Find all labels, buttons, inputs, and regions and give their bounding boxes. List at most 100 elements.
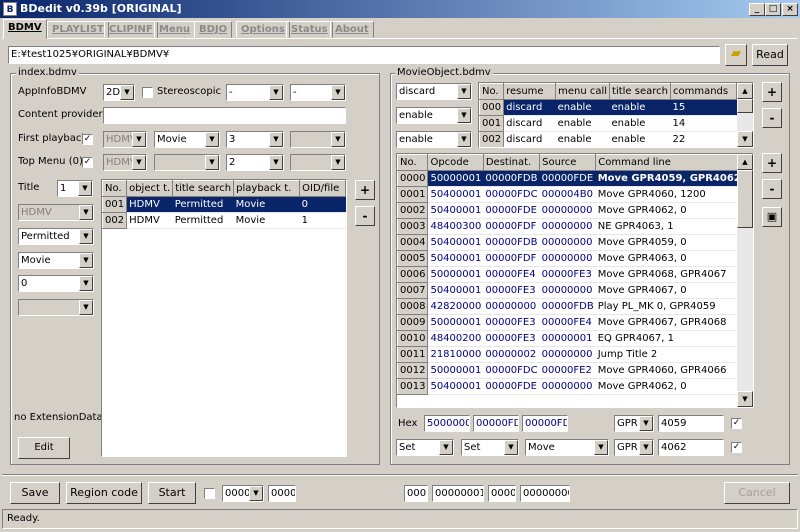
first-playback-extra-combo[interactable]: ▼ (290, 131, 346, 148)
appinfo-combo[interactable]: 2D ▼ (103, 84, 135, 101)
gpr-value-2-input[interactable]: 4062 (658, 439, 724, 456)
scroll-up-icon[interactable]: ▲ (737, 154, 753, 170)
path-input[interactable]: E:¥test1025¥ORIGINAL¥BDMV¥ (8, 46, 720, 64)
tab-menu[interactable]: Menu (154, 21, 195, 38)
content-provider-input[interactable] (103, 107, 346, 124)
start-checkbox[interactable] (204, 488, 215, 499)
scroll-up-icon[interactable]: ▲ (737, 83, 753, 99)
save-disk-icon[interactable]: ▣ (762, 207, 782, 227)
column-header[interactable]: menu call (555, 83, 611, 100)
first-playback-obj-combo[interactable]: 3 ▼ (226, 131, 284, 148)
title-search-combo[interactable]: enable ▼ (396, 131, 472, 148)
cancel-button[interactable]: Cancel (724, 482, 790, 504)
scroll-down-icon[interactable]: ▼ (737, 391, 753, 407)
objects-scrollbar[interactable]: ▲ ▼ (737, 83, 753, 147)
close-button[interactable]: × (782, 3, 798, 16)
tab-status[interactable]: Status (286, 21, 333, 38)
stereoscopic-checkbox[interactable] (142, 87, 153, 98)
scroll-down-icon[interactable]: ▼ (737, 131, 753, 147)
table-row[interactable]: 000 discard enable enable 15 (479, 99, 737, 116)
table-row[interactable]: 0004 50400001 00000FDB 00000000 Move GPR4059… (397, 234, 743, 251)
column-header[interactable]: OID/file (299, 180, 346, 197)
title-type-combo[interactable]: HDMV ▼ (18, 204, 94, 221)
table-row[interactable]: 0010 48400200 00000FE3 00000001 EQ GPR4067, … (397, 330, 743, 347)
tab-bdjo[interactable]: BDJO (194, 21, 233, 38)
field-1-input[interactable]: 000 (404, 485, 428, 502)
column-header[interactable]: resume (503, 83, 557, 100)
remove-title-button[interactable]: - (355, 206, 375, 226)
top-menu-type-combo[interactable]: HDMV ▼ (103, 154, 147, 171)
field-3-input[interactable]: 0000 (488, 485, 516, 502)
column-header[interactable]: Opcode (427, 154, 484, 171)
column-header[interactable]: playback t. (233, 180, 301, 197)
title-extra-combo[interactable]: ▼ (18, 299, 94, 316)
table-row[interactable]: 0013 50400001 00000FDE 00000000 Move GPR4062… (397, 378, 743, 395)
tab-options[interactable]: Options (236, 21, 290, 38)
column-header[interactable]: title search (609, 83, 671, 100)
scroll-thumb[interactable] (737, 99, 753, 113)
tab-clipinf[interactable]: CLIPINF (104, 21, 158, 38)
hex-opcode-input[interactable]: 50000001 (424, 415, 470, 432)
field-2-input[interactable]: 00000001 (432, 485, 484, 502)
minimize-button[interactable]: _ (749, 3, 765, 16)
column-header[interactable]: title search (172, 180, 235, 197)
column-header[interactable]: Source (539, 154, 597, 171)
first-playback-mode-combo[interactable]: Movie ▼ (154, 131, 220, 148)
table-row[interactable]: 0003 48400300 00000FDF 00000000 NE GPR4063, … (397, 218, 743, 235)
title-combo[interactable]: 1 ▼ (57, 180, 93, 197)
table-row[interactable]: 0002 50400001 00000FDE 00000000 Move GPR4062… (397, 202, 743, 219)
start-value-input[interactable]: 0000 (268, 485, 296, 502)
remove-command-button[interactable]: - (762, 179, 782, 199)
top-menu-obj-combo[interactable]: 2 ▼ (226, 154, 284, 171)
column-header[interactable]: No. (479, 83, 505, 100)
table-row[interactable]: 001 discard enable enable 14 (479, 115, 737, 132)
edit-button[interactable]: Edit (18, 437, 70, 459)
maximize-button[interactable]: □ (765, 3, 781, 16)
table-row[interactable]: 0000 50000001 00000FDB 00000FDE Move GPR4059… (397, 170, 743, 187)
table-row[interactable]: 002 discard enable enable 22 (479, 131, 737, 147)
column-header[interactable]: Destinat. (482, 154, 541, 171)
folder-open-icon[interactable]: ▰ (725, 44, 747, 66)
first-playback-checkbox[interactable]: ✓ (82, 134, 93, 145)
gpr-2-checkbox[interactable]: ✓ (731, 442, 742, 453)
stereo-combo-1[interactable]: - ▼ (226, 84, 284, 101)
hex-source-input[interactable]: 00000FDE (522, 415, 568, 432)
add-object-button[interactable]: + (762, 82, 782, 102)
remove-object-button[interactable]: - (762, 108, 782, 128)
stereo-combo-2[interactable]: - ▼ (290, 84, 346, 101)
table-row[interactable]: 0011 21810000 00000002 00000000 Jump Title 2 (397, 346, 743, 363)
menu-call-combo[interactable]: enable ▼ (396, 107, 472, 124)
column-header[interactable]: Command line (595, 154, 744, 171)
region-code-button[interactable]: Region code (66, 482, 142, 504)
table-row[interactable]: 002 HDMV Permitted Movie 1 (102, 212, 346, 229)
commands-scrollbar[interactable]: ▲ ▼ (737, 154, 753, 407)
gpr-value-1-input[interactable]: 4059 (658, 415, 724, 432)
table-row[interactable]: 0007 50400001 00000FE3 00000000 Move GPR4067… (397, 282, 743, 299)
start-combo[interactable]: 0000 ▼ (222, 485, 264, 502)
add-title-button[interactable]: + (355, 180, 375, 200)
column-header[interactable]: No. (102, 180, 128, 197)
title-mode-combo[interactable]: Movie ▼ (18, 252, 94, 269)
tab-bdmv[interactable]: BDMV (3, 19, 47, 39)
top-menu-extra-combo[interactable]: ▼ (290, 154, 346, 171)
hex-dest-input[interactable]: 00000FDB (473, 415, 519, 432)
table-row[interactable]: 0009 50000001 00000FE3 00000FE4 Move GPR4067… (397, 314, 743, 331)
title-access-combo[interactable]: Permitted ▼ (18, 228, 94, 245)
add-command-button[interactable]: + (762, 153, 782, 173)
title-num-combo[interactable]: 0 ▼ (18, 275, 94, 292)
scroll-thumb[interactable] (737, 170, 753, 228)
top-menu-mode-combo[interactable]: ▼ (154, 154, 220, 171)
tab-about[interactable]: About (330, 21, 374, 38)
table-row[interactable]: 0008 42820000 00000000 00000FDB Play PL_MK 0… (397, 298, 743, 315)
command-combo[interactable]: Move ▼ (525, 439, 609, 456)
column-header[interactable]: commands (669, 83, 738, 100)
column-header[interactable]: object t. (126, 180, 174, 197)
read-button[interactable]: Read (752, 44, 788, 66)
top-menu-checkbox[interactable]: ✓ (82, 157, 93, 168)
tab-playlist[interactable]: PLAYLIST (47, 21, 109, 38)
table-row[interactable]: 001 HDMV Permitted Movie 0 (102, 196, 346, 213)
table-row[interactable]: 0012 50000001 00000FDC 00000FE2 Move GPR4060… (397, 362, 743, 379)
set-combo-1[interactable]: Set ▼ (396, 439, 454, 456)
resume-combo[interactable]: discard ▼ (396, 83, 472, 100)
first-playback-type-combo[interactable]: HDMV ▼ (103, 131, 147, 148)
